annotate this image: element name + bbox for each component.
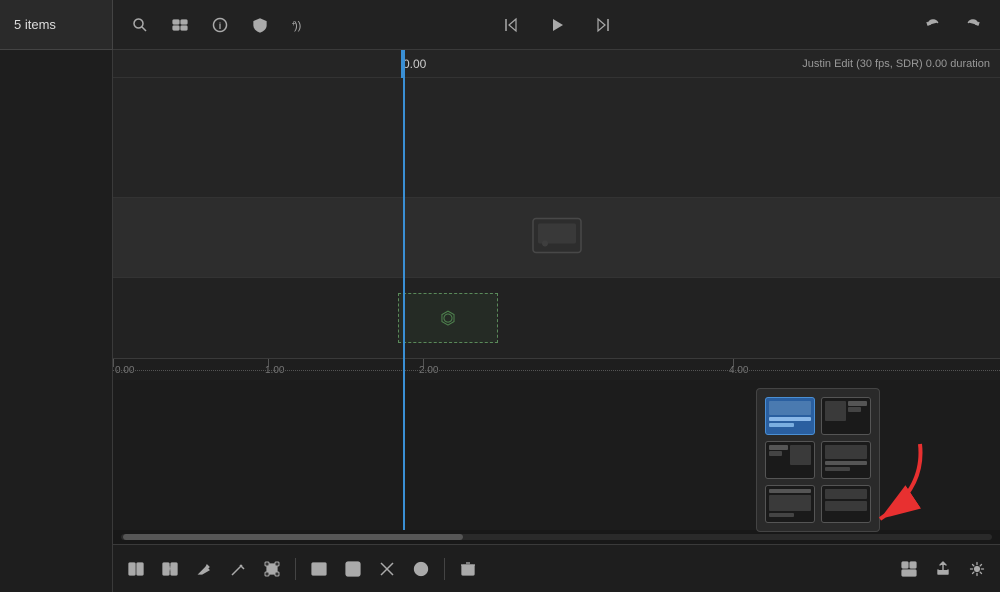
- add-audio-button[interactable]: )) +: [285, 10, 315, 40]
- add-button[interactable]: [406, 554, 436, 584]
- share-button[interactable]: [928, 554, 958, 584]
- toolbar-divider-2: [444, 558, 445, 580]
- grid-item-5[interactable]: [765, 485, 815, 523]
- timecode-bar: 0.00 Justin Edit (30 fps, SDR) 0.00 dura…: [113, 50, 1000, 78]
- check-button[interactable]: [338, 554, 368, 584]
- grid-item-1[interactable]: [765, 397, 815, 435]
- search-button[interactable]: [125, 10, 155, 40]
- audio-track: ⏣: [113, 278, 1000, 358]
- edit-info-label: Justin Edit (30 fps, SDR) 0.00 duration: [802, 58, 990, 70]
- bottom-toolbar: +: [113, 544, 1000, 592]
- ruler-line-0: [113, 359, 114, 367]
- waveform-icon: ⏣: [440, 308, 456, 329]
- grid-item-2[interactable]: [821, 397, 871, 435]
- playback-controls: [496, 10, 618, 40]
- playhead-line: [403, 78, 405, 530]
- blade-tool-button[interactable]: [223, 554, 253, 584]
- settings-button[interactable]: [962, 554, 992, 584]
- info-button[interactable]: i: [205, 10, 235, 40]
- svg-text:+: +: [168, 564, 173, 573]
- add-track-button[interactable]: +: [155, 554, 185, 584]
- left-panel: [0, 50, 113, 592]
- delete-button[interactable]: [453, 554, 483, 584]
- clip-view-small-button[interactable]: [121, 554, 151, 584]
- layout-button[interactable]: [894, 554, 924, 584]
- placeholder-track: [113, 198, 1000, 278]
- svg-text:+: +: [292, 19, 296, 28]
- redo-button[interactable]: [958, 10, 988, 40]
- scrollbar-thumb[interactable]: [123, 534, 463, 540]
- transform-button[interactable]: [257, 554, 287, 584]
- items-count-label: 5 items: [14, 17, 56, 32]
- bottom-right-controls: [894, 554, 992, 584]
- red-arrow-indicator: [850, 439, 930, 534]
- shield-button[interactable]: [245, 10, 275, 40]
- timeline-ruler: 0.00 1.00 2.00 4.00: [113, 358, 1000, 380]
- audio-clip[interactable]: ⏣: [398, 293, 498, 343]
- video-track: [113, 78, 1000, 198]
- items-count-bar: 5 items: [0, 0, 113, 50]
- undo-button[interactable]: [918, 10, 948, 40]
- main-toolbar: i )) +: [113, 0, 1000, 50]
- skip-to-start-button[interactable]: [496, 10, 526, 40]
- svg-text:i: i: [219, 21, 222, 31]
- grid-item-3[interactable]: [765, 441, 815, 479]
- timecode-label: 0.00: [403, 57, 426, 71]
- edit-tool-button[interactable]: [189, 554, 219, 584]
- skip-to-end-button[interactable]: [588, 10, 618, 40]
- play-button[interactable]: [542, 10, 572, 40]
- titles-button[interactable]: [304, 554, 334, 584]
- toolbar-divider-1: [295, 558, 296, 580]
- clip-view-button[interactable]: [165, 10, 195, 40]
- scrollbar-track[interactable]: [121, 534, 992, 540]
- cut-button[interactable]: [372, 554, 402, 584]
